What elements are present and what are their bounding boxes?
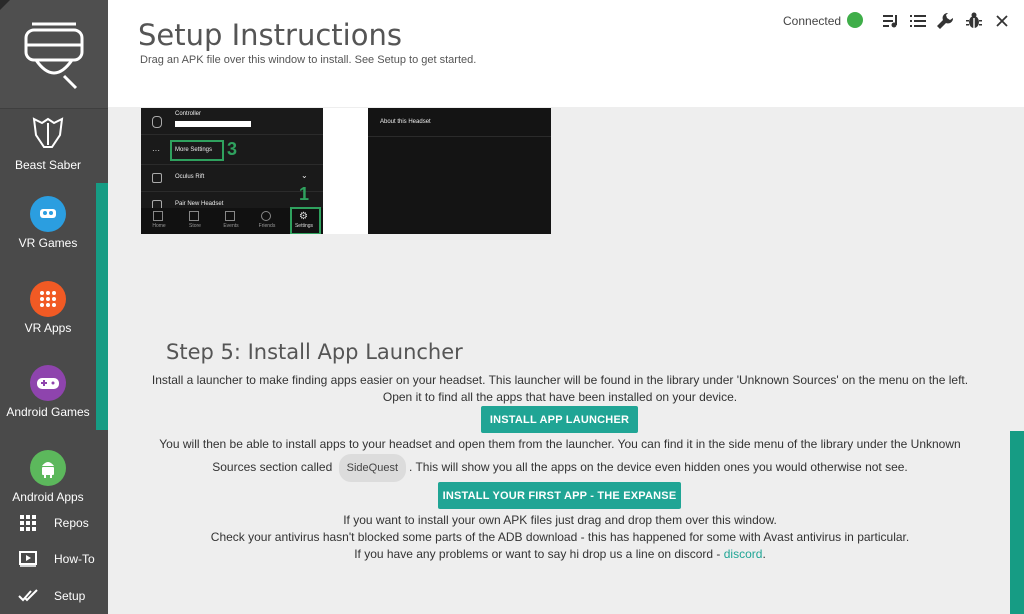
connection-status: Connected <box>783 14 842 28</box>
step-line: If you want to install your own APK file… <box>343 513 777 527</box>
sidebar-item-beast-saber[interactable]: Beast Saber <box>0 115 96 172</box>
headset-icon <box>152 173 162 183</box>
step-title: Step 5: Install App Launcher <box>166 340 463 364</box>
friends-icon <box>261 211 271 221</box>
step-line: Open it to find all the apps that have b… <box>382 390 738 404</box>
status-indicator <box>847 12 863 28</box>
sidebar: Beast Saber VR Games VR Apps Android Gam… <box>0 0 108 614</box>
sidebar-item-setup[interactable]: Setup <box>0 578 108 614</box>
install-app-launcher-button[interactable]: INSTALL APP LAUNCHER <box>481 406 638 433</box>
screenshot-row-oculus-rift: Oculus Rift ⌄ <box>141 165 323 192</box>
headset-settings-screenshot: About this Headset <box>368 108 551 234</box>
header: Setup Instructions Drag an APK file over… <box>108 0 1024 107</box>
step-line: You will then be able to install apps to… <box>159 437 961 451</box>
step-line: Sources section called SideQuest. This w… <box>110 454 1010 482</box>
discord-link[interactable]: discord <box>724 547 763 561</box>
queue-icon[interactable] <box>882 12 900 30</box>
home-icon <box>153 211 163 221</box>
sidebar-item-android-apps[interactable]: Android Apps <box>0 450 96 504</box>
redacted-bar <box>175 121 251 127</box>
scroll-accent <box>1010 431 1024 614</box>
chevron-down-icon: ⌄ <box>301 171 308 180</box>
step-line: Install a launcher to make finding apps … <box>151 373 969 387</box>
wrench-icon[interactable] <box>936 12 954 30</box>
sidebar-item-label: VR Games <box>18 236 78 250</box>
gamepad-icon <box>30 365 66 401</box>
highlight-more-settings <box>170 140 224 161</box>
highlight-settings-tab <box>290 207 321 234</box>
screenshot-gap <box>323 108 368 234</box>
sidebar-accent-bar <box>96 183 108 430</box>
sidebar-item-android-games[interactable]: Android Games <box>0 365 96 419</box>
store-icon <box>189 211 199 221</box>
step-line: If you have any problems or want to say … <box>354 547 766 561</box>
sidebar-item-label: Android Games <box>6 405 90 419</box>
sidebar-item-how-to[interactable]: How-To <box>0 541 108 577</box>
page-subtitle: Drag an APK file over this window to ins… <box>140 54 477 66</box>
controller-icon <box>152 116 162 128</box>
sidebar-item-label: Setup <box>54 589 86 603</box>
logo[interactable] <box>0 0 108 109</box>
vr-games-icon <box>30 196 66 232</box>
beast-saber-icon <box>32 117 64 148</box>
sidebar-item-repos[interactable]: Repos <box>0 505 108 541</box>
page-title: Setup Instructions <box>138 18 402 52</box>
sidebar-item-label: Beast Saber <box>14 158 82 172</box>
sidequest-logo-icon <box>24 22 84 90</box>
screenshot-row: About this Headset <box>368 108 551 137</box>
events-icon <box>225 211 235 221</box>
sidequest-chip: SideQuest <box>338 454 407 482</box>
step-line: Check your antivirus hasn't blocked some… <box>210 530 910 544</box>
android-icon <box>30 450 66 486</box>
marker-3: 3 <box>227 139 238 159</box>
sidebar-item-vr-apps[interactable]: VR Apps <box>0 281 96 335</box>
marker-1: 1 <box>299 184 310 204</box>
install-first-app-button[interactable]: INSTALL YOUR FIRST APP - THE EXPANSE <box>438 482 681 509</box>
sidebar-item-label: VR Apps <box>24 321 72 335</box>
sidebar-item-label: Repos <box>54 516 89 530</box>
list-icon[interactable] <box>909 12 927 30</box>
vr-apps-icon <box>30 281 66 317</box>
grid-icon <box>18 515 38 531</box>
screenshot-row-controller: Controller <box>141 108 323 135</box>
sidebar-item-vr-games[interactable]: VR Games <box>0 196 96 250</box>
sidebar-item-label: How-To <box>54 552 95 566</box>
oculus-app-screenshot: Controller ··· More Settings Oculus Rift… <box>141 108 323 234</box>
video-icon <box>18 551 38 567</box>
bug-icon[interactable] <box>965 12 983 30</box>
sidebar-item-label: Android Apps <box>12 490 84 504</box>
check-icon <box>18 589 38 603</box>
corner-mark <box>0 0 10 10</box>
more-icon: ··· <box>152 146 160 155</box>
close-icon[interactable] <box>993 12 1011 30</box>
